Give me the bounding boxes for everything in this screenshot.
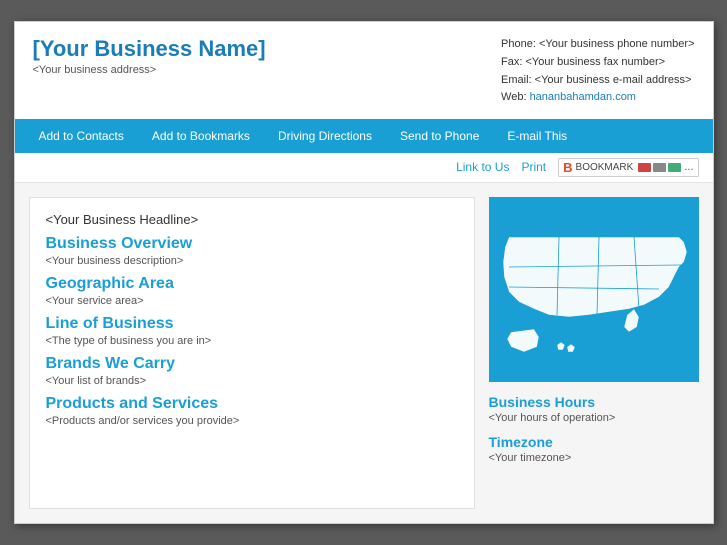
link-to-us-button[interactable]: Link to Us bbox=[456, 160, 509, 174]
main-content: <Your Business Headline> Business Overvi… bbox=[15, 183, 713, 523]
bookmark-b-icon: B bbox=[563, 160, 572, 175]
web-label: Web: bbox=[501, 91, 530, 103]
section-heading-brands: Brands We Carry bbox=[46, 355, 458, 373]
section-text-products: <Products and/or services you provide> bbox=[46, 415, 458, 427]
section-text-geo: <Your service area> bbox=[46, 295, 458, 307]
toolbar: Link to Us Print B BOOKMARK ... bbox=[15, 153, 713, 183]
business-hours-heading: Business Hours bbox=[489, 394, 699, 410]
web-link[interactable]: hananbahamdan.com bbox=[530, 91, 636, 103]
timezone-heading: Timezone bbox=[489, 434, 699, 450]
timezone-text: <Your timezone> bbox=[489, 452, 699, 464]
right-section-hours: Business Hours <Your hours of operation> bbox=[489, 394, 699, 434]
phone-info: Phone: <Your business phone number> bbox=[501, 36, 694, 54]
bm-icon-2 bbox=[653, 163, 666, 172]
map-svg bbox=[489, 197, 699, 382]
right-section-timezone: Timezone <Your timezone> bbox=[489, 434, 699, 474]
section-heading-products: Products and Services bbox=[46, 395, 458, 413]
left-column: <Your Business Headline> Business Overvi… bbox=[29, 197, 475, 509]
section-heading-overview: Business Overview bbox=[46, 235, 458, 253]
section-heading-lob: Line of Business bbox=[46, 315, 458, 333]
web-info: Web: hananbahamdan.com bbox=[501, 89, 694, 107]
section-text-overview: <Your business description> bbox=[46, 255, 458, 267]
nav-send-to-phone[interactable]: Send to Phone bbox=[386, 119, 493, 153]
bm-icon-3 bbox=[668, 163, 681, 172]
section-heading-geo: Geographic Area bbox=[46, 275, 458, 293]
business-hours-text: <Your hours of operation> bbox=[489, 412, 699, 424]
email-info: Email: <Your business e-mail address> bbox=[501, 72, 694, 90]
nav-driving-directions[interactable]: Driving Directions bbox=[264, 119, 386, 153]
nav-email-this[interactable]: E-mail This bbox=[493, 119, 581, 153]
business-headline: <Your Business Headline> bbox=[46, 212, 458, 227]
section-text-lob: <The type of business you are in> bbox=[46, 335, 458, 347]
bm-icon-1 bbox=[638, 163, 651, 172]
header-left: [Your Business Name] <Your business addr… bbox=[33, 36, 266, 76]
bookmark-label: BOOKMARK bbox=[576, 162, 634, 173]
business-name: [Your Business Name] bbox=[33, 36, 266, 62]
nav-add-contacts[interactable]: Add to Contacts bbox=[25, 119, 138, 153]
bookmark-widget[interactable]: B BOOKMARK ... bbox=[558, 158, 698, 177]
page-wrapper: [Your Business Name] <Your business addr… bbox=[14, 21, 714, 523]
nav-add-bookmarks[interactable]: Add to Bookmarks bbox=[138, 119, 264, 153]
navbar: Add to Contacts Add to Bookmarks Driving… bbox=[15, 119, 713, 153]
header: [Your Business Name] <Your business addr… bbox=[15, 22, 713, 118]
right-column: Business Hours <Your hours of operation>… bbox=[489, 197, 699, 509]
bookmark-ellipsis: ... bbox=[684, 161, 693, 173]
section-text-brands: <Your list of brands> bbox=[46, 375, 458, 387]
header-right: Phone: <Your business phone number> Fax:… bbox=[501, 36, 694, 106]
print-button[interactable]: Print bbox=[521, 160, 546, 174]
fax-info: Fax: <Your business fax number> bbox=[501, 54, 694, 72]
bookmark-icons-group bbox=[638, 163, 681, 172]
business-address: <Your business address> bbox=[33, 64, 266, 76]
us-map bbox=[489, 197, 699, 382]
